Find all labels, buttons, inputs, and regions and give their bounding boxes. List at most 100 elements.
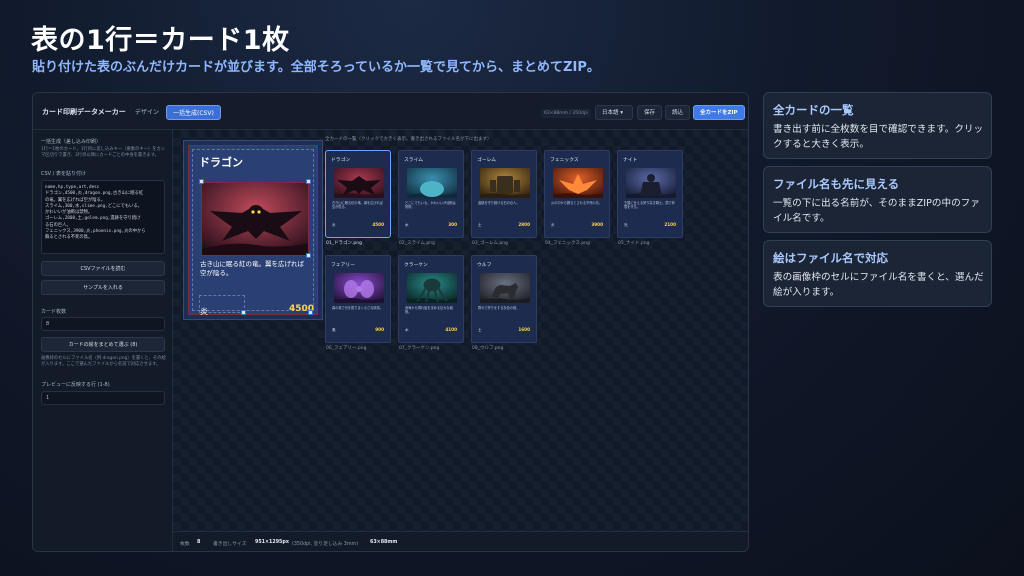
card-thumbnail[interactable]: ドラゴン 古き山に眠る紅の竜。翼を広げれば空が陰る。炎 4500 01_ドラゴン.pn… bbox=[325, 150, 391, 250]
insert-sample-button[interactable]: サンプルを入れる bbox=[41, 280, 165, 295]
card-name: フェアリー bbox=[331, 263, 355, 268]
card-hp: 300 bbox=[448, 222, 457, 227]
sidebar: 一括生成（差し込み印刷） 1行＝1枚のカード。1行目に差し込みキー（要素のキー）… bbox=[33, 130, 173, 551]
card-thumbnail[interactable]: ゴーレム遺跡を守り続ける石の巨人。土 2800 03_ゴーレム.png bbox=[471, 150, 537, 250]
card-art-image bbox=[626, 168, 676, 198]
card-thumbnail[interactable]: フェニックス炎の中から蘇るとされる不死の鳥。炎 3900 04_フェニックス.png bbox=[544, 150, 610, 250]
preview-card-name[interactable]: ドラゴン bbox=[199, 154, 243, 170]
status-bar: 枚数 8 書き出しサイズ 951×1295px (350dpi, 塗り足し込み … bbox=[173, 531, 748, 551]
card-filename: 05_ナイト.png bbox=[618, 241, 650, 246]
dragon-art bbox=[202, 183, 308, 255]
card-desc: 深海から現れ船を沈める巨大な魔物。 bbox=[405, 306, 453, 314]
card-art-image bbox=[407, 273, 457, 303]
card-name: ドラゴン bbox=[331, 158, 351, 163]
card-face: ゴーレム遺跡を守り続ける石の巨人。土 2800 bbox=[471, 150, 537, 238]
card-hp: 3900 bbox=[591, 222, 603, 227]
zip-all-button[interactable]: 全カードをZIP bbox=[693, 105, 745, 120]
card-filename: 01_ドラゴン.png bbox=[326, 241, 362, 246]
card-art-image bbox=[553, 168, 603, 198]
card-filename: 04_フェニックス.png bbox=[545, 241, 590, 246]
card-name: スライム bbox=[404, 158, 424, 163]
resize-handle[interactable] bbox=[199, 179, 204, 184]
card-hp: 900 bbox=[375, 327, 384, 332]
info-panel-images: 絵はファイル名で対応 表の画像枠のセルにファイル名を書くと、選んだ絵が入ります。 bbox=[763, 240, 992, 307]
card-type: 水 bbox=[405, 223, 409, 227]
csv-line: 蘇るとされる不死の鳥。 bbox=[45, 235, 93, 241]
card-thumbnail[interactable]: フェアリー 森の奥で光を振りまく小さな妖精。風 900 06_フェアリー.png bbox=[325, 255, 391, 355]
status-size-value: 951×1295px bbox=[255, 540, 289, 545]
card-thumbnail[interactable]: クラーケン 深海から現れ船を沈める巨大な魔物。水 4100 07_クラーケン.png bbox=[398, 255, 464, 355]
pick-images-button[interactable]: カードの絵をまとめて選ぶ (8) bbox=[41, 337, 165, 352]
resize-handle[interactable] bbox=[308, 310, 313, 315]
card-art bbox=[334, 273, 384, 303]
card-face: クラーケン 深海から現れ船を沈める巨大な魔物。水 4100 bbox=[398, 255, 464, 343]
card-desc: 群れで狩りをする灰色の狼。 bbox=[478, 306, 520, 310]
card-thumbnail[interactable]: ナイト 王国に仕える誇り高き騎士。盾で仲間を守る。光 2100 05_ナイト.png bbox=[617, 150, 683, 250]
language-select[interactable]: 日本語 ▾ bbox=[595, 105, 633, 120]
card-filename: 06_フェアリー.png bbox=[326, 346, 367, 351]
card-filename: 02_スライム.png bbox=[399, 241, 435, 246]
card-type: 水 bbox=[405, 328, 409, 332]
status-count-label: 枚数 bbox=[180, 542, 190, 547]
card-desc: 遺跡を守り続ける石の巨人。 bbox=[478, 201, 520, 205]
tab-design[interactable]: デザイン bbox=[129, 105, 165, 120]
load-button[interactable]: 読込 bbox=[665, 105, 691, 120]
read-csv-button[interactable]: CSVファイルを読む bbox=[41, 261, 165, 276]
csv-textarea[interactable]: name,hp,type,art,desc ドラゴン,4500,炎,dragon.… bbox=[41, 180, 165, 254]
card-face: フェニックス炎の中から蘇るとされる不死の鳥。炎 3900 bbox=[544, 150, 610, 238]
bulk-section-help: 1行＝1枚のカード。1行目に差し込みキー（要素のキー）をカンマ区切りで書き、2行… bbox=[41, 147, 166, 158]
save-button[interactable]: 保存 bbox=[637, 105, 663, 120]
hero-title: 表の1行＝カード1枚 bbox=[31, 25, 290, 56]
card-preview[interactable]: ドラゴン 古き山に眠る紅の竜。翼を広げれば空が陰る。 炎 4500 bbox=[183, 140, 323, 320]
card-thumbnail[interactable]: ウルフ 群れで狩りをする灰色の狼。土 1600 08_ウルフ.png bbox=[471, 255, 537, 355]
card-art-image bbox=[480, 168, 530, 198]
resize-handle[interactable] bbox=[306, 253, 311, 258]
card-name: ナイト bbox=[623, 158, 638, 163]
tab-bulk-csv[interactable]: 一括生成(CSV) bbox=[166, 105, 221, 120]
card-type: 土 bbox=[478, 223, 482, 227]
card-hp: 4500 bbox=[372, 222, 384, 227]
status-size-note: (350dpi, 塗り足し込み 3mm) bbox=[292, 542, 359, 547]
status-count-value: 8 bbox=[197, 540, 201, 545]
card-desc: 炎の中から蘇るとされる不死の鳥。 bbox=[551, 201, 602, 205]
card-art bbox=[480, 168, 530, 198]
card-count-field[interactable]: 8 bbox=[41, 317, 165, 331]
card-art bbox=[334, 168, 384, 198]
card-desc: どこにでもいる。かわいいが油断は禁物。 bbox=[405, 201, 456, 209]
card-type: 炎 bbox=[332, 223, 336, 227]
card-art-image bbox=[407, 168, 457, 198]
card-list-hint: 全カードの一覧（クリックで大きく表示。書き出されるファイル名が下に出ます） bbox=[325, 137, 492, 142]
preview-card-desc[interactable]: 古き山に眠る紅の竜。翼を広げれば空が陰る。 bbox=[200, 260, 310, 278]
card-name: フェニックス bbox=[550, 158, 579, 163]
info-panel-filenames: ファイル名も先に見える 一覧の下に出る名前が、そのままZIPの中のファイル名です… bbox=[763, 166, 992, 233]
card-hp: 2800 bbox=[518, 222, 530, 227]
canvas-area: 全カードの一覧（クリックで大きく表示。書き出されるファイル名が下に出ます） ドラ… bbox=[173, 130, 748, 531]
card-filename: 03_ゴーレム.png bbox=[472, 241, 508, 246]
card-face: スライムどこにでもいる。かわいいが油断は禁物。水 300 bbox=[398, 150, 464, 238]
card-art-image bbox=[480, 273, 530, 303]
card-art bbox=[553, 168, 603, 198]
preview-card-art[interactable] bbox=[201, 182, 309, 256]
card-thumbnail[interactable]: スライムどこにでもいる。かわいいが油断は禁物。水 300 02_スライム.png bbox=[398, 150, 464, 250]
info-panel-overview: 全カードの一覧 書き出す前に全枚数を目で確認できます。クリックすると大きく表示。 bbox=[763, 92, 992, 159]
card-face: ウルフ 群れで狩りをする灰色の狼。土 1600 bbox=[471, 255, 537, 343]
resize-handle[interactable] bbox=[241, 310, 246, 315]
csv-label: CSV / 表を貼り付け bbox=[41, 171, 86, 177]
card-type: 土 bbox=[478, 328, 482, 332]
size-chip: 63×88mm / 350dpi bbox=[541, 109, 591, 118]
info-body: 表の画像枠のセルにファイル名を書くと、選んだ絵が入ります。 bbox=[773, 272, 984, 298]
card-face: ナイト 王国に仕える誇り高き騎士。盾で仲間を守る。光 2100 bbox=[617, 150, 683, 238]
card-name: ゴーレム bbox=[477, 158, 497, 163]
card-face: フェアリー 森の奥で光を振りまく小さな妖精。風 900 bbox=[325, 255, 391, 343]
info-title: 絵はファイル名で対応 bbox=[773, 251, 888, 265]
card-name: クラーケン bbox=[404, 263, 428, 268]
app-toolbar: カード印刷データメーカー デザイン 一括生成(CSV) 63×88mm / 35… bbox=[33, 93, 748, 130]
preview-row-field[interactable]: 1 bbox=[41, 391, 165, 405]
card-type: 炎 bbox=[551, 223, 555, 227]
card-art-image bbox=[334, 168, 384, 198]
images-help: 画像枠のセルにファイル名（例 dragon.png）を書くと、その絵が入ります。… bbox=[41, 356, 166, 367]
resize-handle[interactable] bbox=[306, 179, 311, 184]
preview-card-type[interactable]: 炎 bbox=[200, 306, 208, 317]
preview-card-face: ドラゴン 古き山に眠る紅の竜。翼を広げれば空が陰る。 炎 4500 bbox=[188, 145, 318, 317]
hero-subtitle: 貼り付けた表のぶんだけカードが並びます。全部そろっているか一覧で見てから、まとめ… bbox=[32, 60, 600, 75]
